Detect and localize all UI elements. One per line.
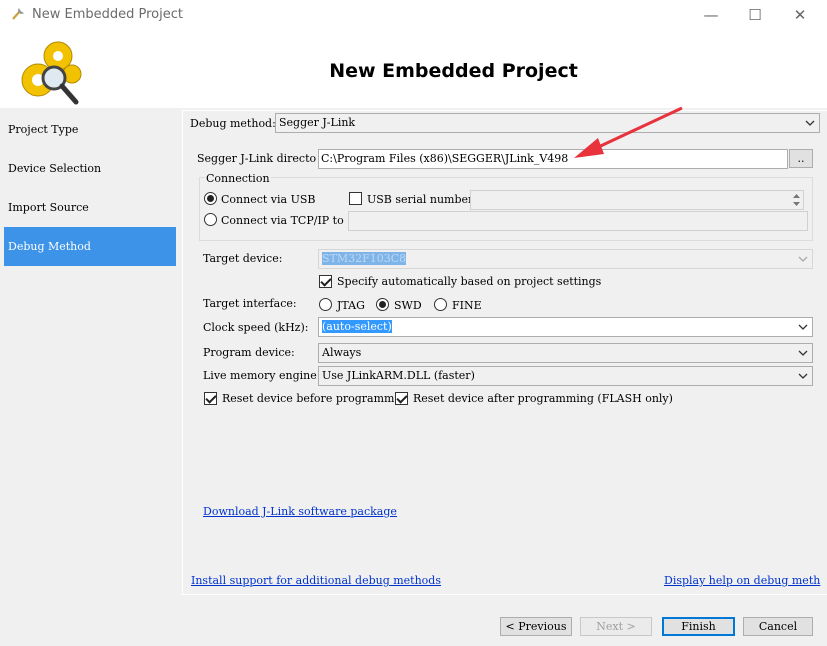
connect-usb-radio[interactable] xyxy=(204,192,217,205)
install-debug-methods-link[interactable]: Install support for additional debug met… xyxy=(191,574,441,587)
next-button[interactable]: Next > xyxy=(580,617,652,636)
program-device-value: Always xyxy=(322,346,362,359)
connect-tcp-radio[interactable] xyxy=(204,213,217,226)
debug-help-link[interactable]: Display help on debug meth xyxy=(664,574,821,587)
connect-usb-label: Connect via USB xyxy=(221,193,316,206)
debug-method-value: Segger J-Link xyxy=(279,116,356,129)
interface-fine-label: FINE xyxy=(452,299,482,312)
target-device-label: Target device: xyxy=(203,252,283,265)
minimize-icon: — xyxy=(703,6,719,24)
jlink-dir-label: Segger J-Link directo xyxy=(197,152,317,165)
maximize-icon: ☐ xyxy=(748,6,762,24)
nav-item-device-selection[interactable]: Device Selection xyxy=(4,149,176,188)
clock-speed-value: (auto-select) xyxy=(322,320,392,333)
window-title: New Embedded Project xyxy=(32,7,183,22)
close-button[interactable]: ✕ xyxy=(785,5,815,25)
close-icon: ✕ xyxy=(793,6,807,24)
program-device-select[interactable]: Always xyxy=(318,343,813,363)
connection-group-label: Connection xyxy=(205,172,271,185)
wizard-header: New Embedded Project xyxy=(0,30,827,108)
interface-fine-radio[interactable] xyxy=(434,298,447,311)
maximize-button[interactable]: ☐ xyxy=(740,5,770,25)
wizard-nav: Project Type Device Selection Import Sou… xyxy=(4,110,176,266)
program-device-label: Program device: xyxy=(203,346,295,359)
reset-before-checkbox[interactable] xyxy=(204,392,217,405)
chevron-down-icon xyxy=(797,318,809,336)
usb-serial-input[interactable] xyxy=(470,190,804,210)
app-wrench-icon xyxy=(12,8,24,20)
title-bar: New Embedded Project — ☐ ✕ xyxy=(0,0,827,30)
usb-serial-checkbox[interactable] xyxy=(349,192,362,205)
target-device-value: STM32F103C8 xyxy=(322,252,407,265)
live-memory-select[interactable]: Use JLinkARM.DLL (faster) xyxy=(318,366,813,386)
previous-button[interactable]: < Previous xyxy=(500,617,572,636)
usb-serial-spinner[interactable] xyxy=(790,191,803,209)
tcp-address-input[interactable] xyxy=(348,211,808,231)
auto-device-checkbox[interactable] xyxy=(319,275,332,288)
page-title: New Embedded Project xyxy=(329,60,578,82)
debug-method-select[interactable]: Segger J-Link xyxy=(275,113,820,133)
auto-device-label: Specify automatically based on project s… xyxy=(337,275,602,288)
clock-speed-label: Clock speed (kHz): xyxy=(203,321,309,334)
target-device-select[interactable]: STM32F103C8 xyxy=(318,249,813,269)
interface-jtag-label: JTAG xyxy=(337,299,365,312)
usb-serial-label: USB serial number: xyxy=(367,193,478,206)
nav-item-project-type[interactable]: Project Type xyxy=(4,110,176,149)
live-memory-label: Live memory engine: xyxy=(203,369,321,382)
annotation-arrow-icon xyxy=(574,106,683,158)
nav-item-debug-method[interactable]: Debug Method xyxy=(4,227,176,266)
interface-swd-radio[interactable] xyxy=(376,298,389,311)
chevron-down-icon xyxy=(797,250,809,268)
reset-after-label: Reset device after programming (FLASH on… xyxy=(413,392,673,405)
interface-swd-label: SWD xyxy=(394,299,422,312)
connect-tcp-label: Connect via TCP/IP to xyxy=(221,214,344,227)
clock-speed-select[interactable]: (auto-select) xyxy=(318,317,813,337)
browse-button[interactable]: .. xyxy=(789,149,813,168)
live-memory-value: Use JLinkARM.DLL (faster) xyxy=(322,369,475,382)
nav-item-import-source[interactable]: Import Source xyxy=(4,188,176,227)
chevron-down-icon xyxy=(797,367,809,385)
debug-method-label: Debug method: xyxy=(190,117,276,130)
target-interface-label: Target interface: xyxy=(203,297,297,310)
chevron-down-icon xyxy=(797,344,809,362)
jlink-dir-input[interactable]: C:\Program Files (x86)\SEGGER\JLink_V498 xyxy=(318,149,788,169)
reset-before-label: Reset device before programmi xyxy=(222,392,394,405)
spinner-arrows-icon xyxy=(793,194,800,206)
download-jlink-link[interactable]: Download J-Link software package xyxy=(203,505,397,518)
reset-after-checkbox[interactable] xyxy=(395,392,408,405)
finish-button[interactable]: Finish xyxy=(662,617,735,636)
minimize-button[interactable]: — xyxy=(696,5,726,25)
cancel-button[interactable]: Cancel xyxy=(743,617,813,636)
chevron-down-icon xyxy=(804,114,816,132)
interface-jtag-radio[interactable] xyxy=(319,298,332,311)
